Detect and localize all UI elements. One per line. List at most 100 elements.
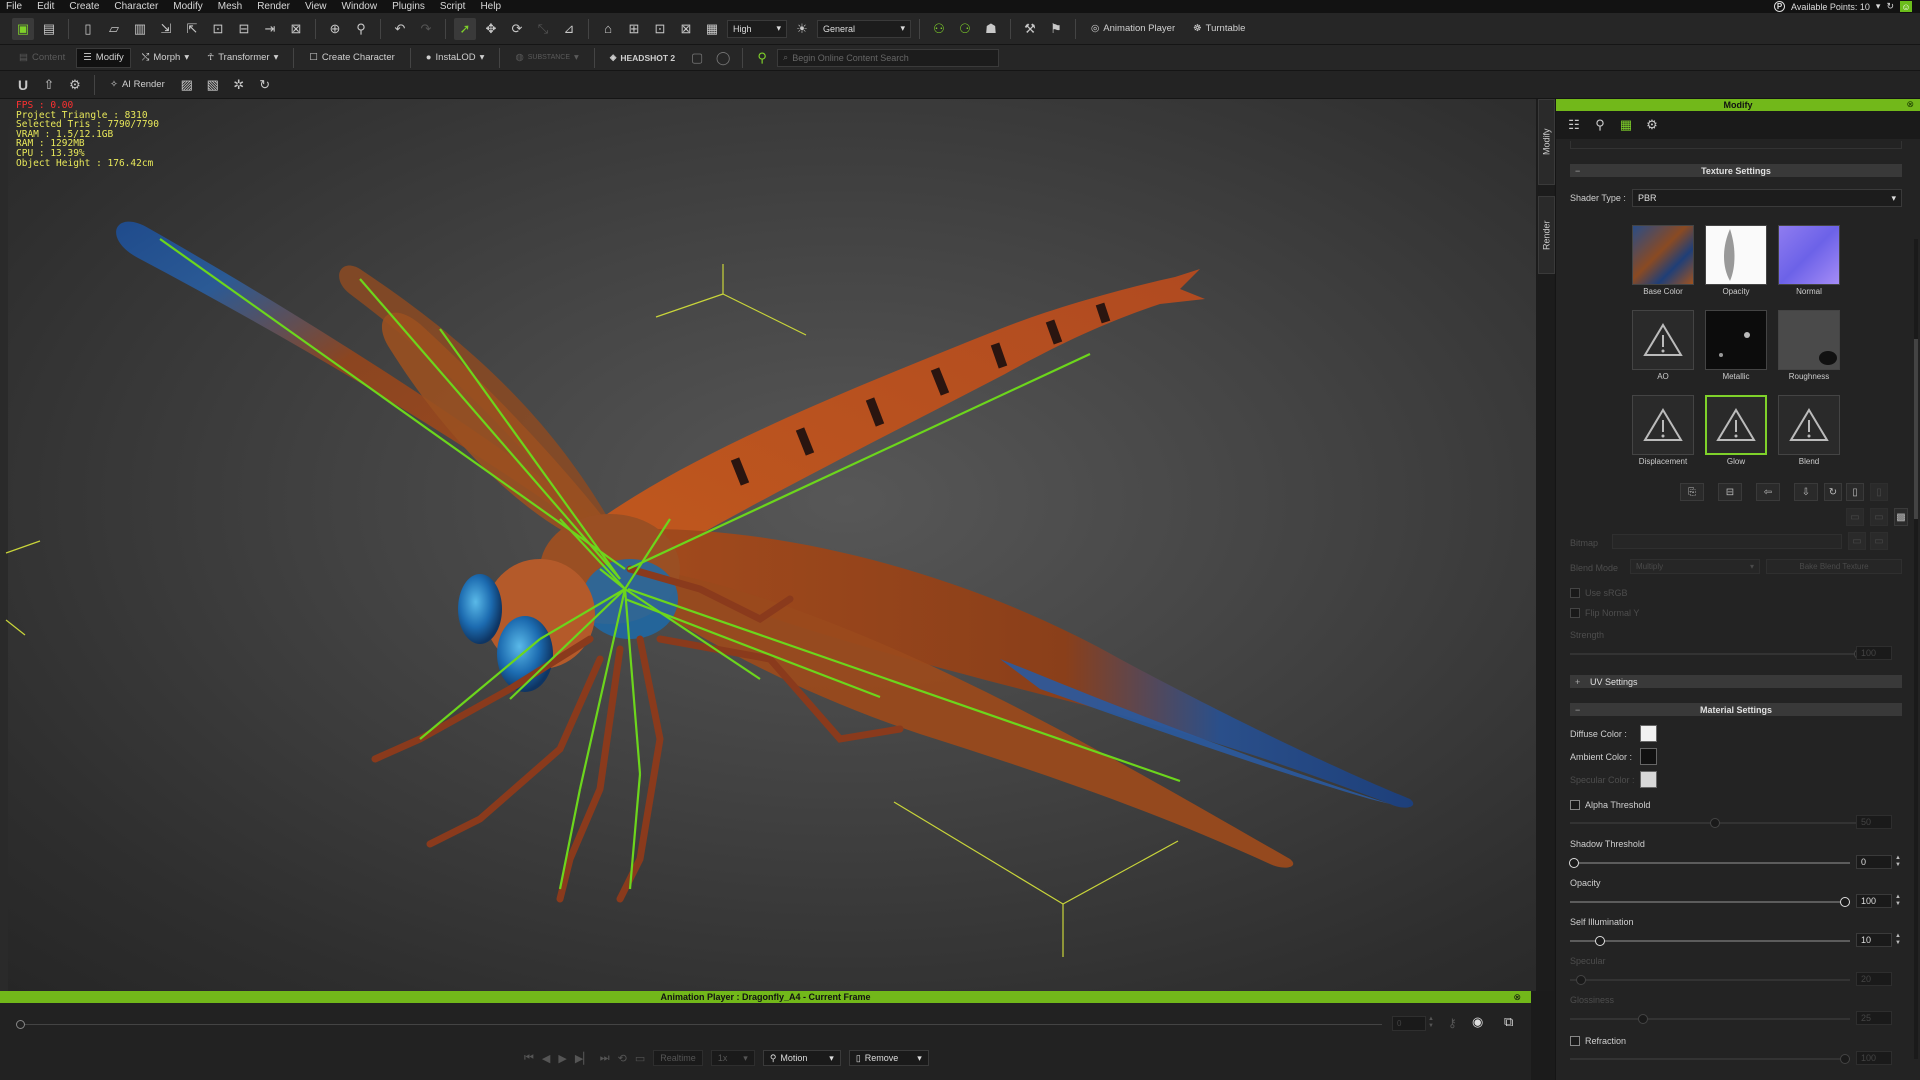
opacity-slider[interactable] [1570,897,1850,907]
refraction-value[interactable]: 100 [1856,1051,1892,1065]
animation-player-button[interactable]: ◎ Animation Player [1084,19,1182,39]
strength-value[interactable]: 100 [1856,646,1892,660]
flip-normal-y-checkbox[interactable] [1570,608,1580,618]
menu-script[interactable]: Script [440,1,466,12]
strength-slider[interactable] [1570,649,1864,659]
underline-u-icon[interactable]: U [12,74,34,96]
modify-button[interactable]: ☰ Modify [76,47,131,68]
play-icon[interactable]: ▶ [558,1052,566,1065]
next-frame-icon[interactable]: ▶▏ [575,1052,592,1065]
picture-icon[interactable]: ▨ [176,74,198,96]
crowd-icon[interactable]: ☗ [980,18,1002,40]
displacement-texture[interactable] [1632,395,1694,455]
key-icon[interactable]: ⚷ [1448,1016,1457,1030]
save-texture-icon[interactable]: ⊟ [1718,483,1742,501]
user-icon[interactable]: ☺ [1900,1,1912,12]
flag-icon[interactable]: ⚑ [1045,18,1067,40]
launcher-icon[interactable]: ▣ [12,17,34,40]
clear-icon[interactable]: ▭ [1870,532,1888,550]
menu-edit[interactable]: Edit [37,1,54,12]
opacity-slider-knob[interactable] [1840,897,1850,907]
self-illumination-knob[interactable] [1595,936,1605,946]
smart-search-icon[interactable]: ⚲ [751,47,773,69]
refraction-knob[interactable] [1840,1054,1850,1064]
attribute-tab-icon[interactable]: ☷ [1564,115,1584,135]
texture-settings-header[interactable]: − Texture Settings [1570,164,1902,177]
export-obj-icon[interactable]: ⊟ [233,18,255,40]
glossiness-value[interactable]: 25 [1856,1011,1892,1025]
settings-tab-icon[interactable]: ⚙ [1642,115,1662,135]
picture-export-icon[interactable]: ▧ [202,74,224,96]
timeline-track[interactable] [20,1024,1382,1025]
create-character-button[interactable]: ☐ Create Character [302,48,401,68]
render-image-icon[interactable]: ⊠ [285,18,307,40]
move-icon[interactable]: ✥ [480,18,502,40]
copy-icon[interactable]: ▭ [1846,508,1864,526]
rotate-icon[interactable]: ⟳ [506,18,528,40]
dragonfly-model[interactable] [0,99,1538,991]
metallic-texture[interactable] [1705,310,1767,370]
specular-slider[interactable] [1570,975,1850,985]
refraction-slider[interactable] [1570,1054,1850,1064]
export-fbx-icon[interactable]: ⊡ [207,18,229,40]
tab-render[interactable]: Render [1538,196,1555,274]
specular-value[interactable]: 20 [1856,972,1892,986]
frame-field[interactable]: 0 [1392,1016,1426,1031]
menu-window[interactable]: Window [342,1,378,12]
ao-texture[interactable] [1632,310,1694,370]
close-icon[interactable]: ⊗ [1513,992,1521,1003]
loop-icon[interactable]: ⟲ [618,1052,627,1065]
browse-icon[interactable]: ▭ [1848,532,1866,550]
timeline-scrubber[interactable] [16,1020,25,1029]
glossiness-knob[interactable] [1638,1014,1648,1024]
ai-render-button[interactable]: ✧ AI Render [103,75,172,95]
uv-settings-header[interactable]: + UV Settings [1570,675,1902,688]
select-arrow-icon[interactable]: ➚ [454,17,476,40]
cog-icon[interactable]: ✲ [228,74,250,96]
alpha-threshold-slider[interactable] [1570,818,1860,828]
person-icon[interactable]: ⚲ [350,18,372,40]
head-icon[interactable]: ▢ [686,47,708,69]
load-texture-icon[interactable]: ⎘ [1680,483,1704,501]
chevron-down-icon[interactable]: ▾ [1876,1,1881,12]
checker-icon[interactable]: ▩ [1894,508,1908,526]
new-file-icon[interactable]: ▯ [77,18,99,40]
live-link-icon[interactable]: ⚆ [954,18,976,40]
blend-texture[interactable] [1778,395,1840,455]
refraction-checkbox[interactable] [1570,1036,1580,1046]
sync-icon[interactable]: ↻ [254,74,276,96]
motion-tab-icon[interactable]: ⚲ [1590,115,1610,135]
upload-icon[interactable]: ⇧ [38,74,60,96]
shadow-threshold-spinner[interactable]: ▲ ▼ [1894,855,1902,869]
import-icon[interactable]: ⇲ [155,18,177,40]
mocap-icon[interactable]: ⚇ [928,18,950,40]
preset-dropdown[interactable]: General ▾ [817,19,911,38]
self-illumination-value[interactable]: 10 [1856,933,1892,947]
prev-frame-icon[interactable]: ◀ [542,1052,550,1065]
reload-icon[interactable]: ↻ [1824,483,1842,501]
opacity-value[interactable]: 100 [1856,894,1892,908]
menu-character[interactable]: Character [114,1,158,12]
frame-icon[interactable]: ⊡ [649,18,671,40]
go-start-icon[interactable]: ⏮ [524,1052,534,1065]
sun-icon[interactable]: ☀ [791,18,813,40]
bake-blend-texture-button[interactable]: Bake Blend Texture [1766,559,1902,574]
self-illumination-spinner[interactable]: ▲ ▼ [1894,933,1902,947]
speed-dropdown[interactable]: 1x ▾ [710,1050,755,1066]
content-search-input[interactable]: ⌕ Begin Online Content Search [777,48,1000,67]
menu-plugins[interactable]: Plugins [392,1,425,12]
texture-info-icon[interactable]: ▯ [1846,483,1864,501]
glossiness-slider[interactable] [1570,1014,1850,1024]
bitmap-path-field[interactable] [1612,534,1842,549]
edit-texture-icon[interactable]: ⇩ [1794,483,1818,501]
realtime-button[interactable]: Realtime [653,1050,703,1066]
material-settings-header[interactable]: − Material Settings [1570,703,1902,716]
specular-color-swatch[interactable] [1640,771,1657,788]
transformer-button[interactable]: ☥ Transformer ▾ [200,48,285,68]
fit-icon[interactable]: ⊞ [623,18,645,40]
menu-file[interactable]: File [6,1,22,12]
menu-create[interactable]: Create [69,1,99,12]
refresh-icon[interactable]: ↻ [1886,1,1894,12]
blend-mode-dropdown[interactable]: Multiply ▾ [1630,559,1760,574]
panel-scrollbar-thumb[interactable] [1914,339,1918,519]
